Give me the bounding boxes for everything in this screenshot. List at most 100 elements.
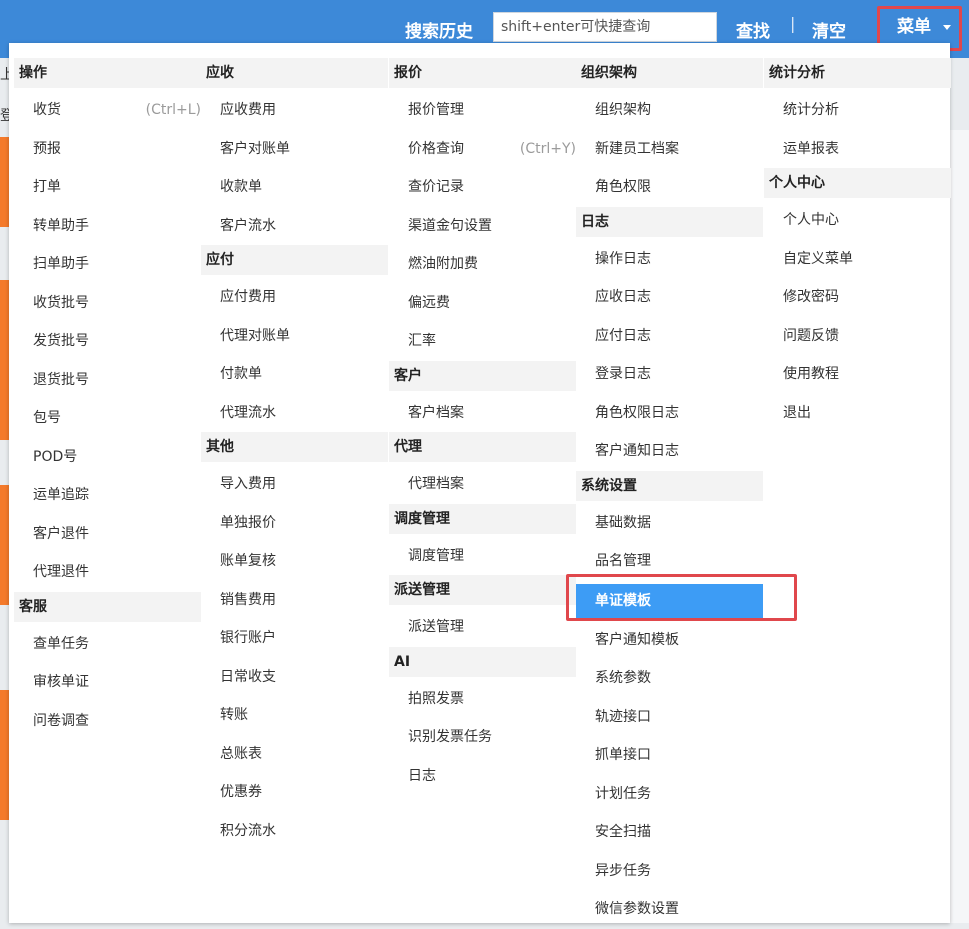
menu-item-customer-statement[interactable]: 客户对账单	[201, 130, 388, 169]
menu-item-receive[interactable]: 收货 (Ctrl+L)	[14, 91, 201, 130]
menu-item-change-password[interactable]: 修改密码	[764, 278, 951, 317]
menu-item-basic-data[interactable]: 基础数据	[576, 504, 763, 543]
menu-item-custom-menu[interactable]: 自定义菜单	[764, 240, 951, 279]
menu-item-transfer-assistant[interactable]: 转单助手	[14, 207, 201, 246]
menu-item-customer-return[interactable]: 客户退件	[14, 515, 201, 554]
menu-item-scan-assistant[interactable]: 扫单助手	[14, 245, 201, 284]
menu-item-ai-log[interactable]: 日志	[389, 757, 576, 796]
menu-item-org-structure[interactable]: 组织架构	[576, 91, 763, 130]
clear-button[interactable]: 清空	[812, 17, 846, 42]
menu-item-separate-quote[interactable]: 单独报价	[201, 504, 388, 543]
menu-group-header: 日志	[576, 206, 763, 237]
menu-item-statistics-analysis[interactable]: 统计分析	[764, 91, 951, 130]
menu-item-survey[interactable]: 问卷调查	[14, 702, 201, 741]
menu-item-review-documents[interactable]: 审核单证	[14, 663, 201, 702]
menu-item-import-fees[interactable]: 导入费用	[201, 465, 388, 504]
menu-item-delivery-management[interactable]: 派送管理	[389, 608, 576, 647]
menu-group-header: 应付	[201, 245, 388, 275]
menu-item-price-query[interactable]: 价格查询 (Ctrl+Y)	[389, 130, 576, 169]
shortcut-hint: (Ctrl+Y)	[519, 140, 576, 157]
menu-group-header: 操作	[14, 58, 201, 88]
menu-item-remote-fee[interactable]: 偏远费	[389, 284, 576, 323]
menu-item-agent-return[interactable]: 代理退件	[14, 553, 201, 592]
shortcut-hint: (Ctrl+L)	[145, 102, 201, 118]
menu-column-statistics: 统计分析 统计分析 运单报表 个人中心 个人中心 自定义菜单 修改密码 问题反馈…	[764, 58, 951, 432]
menu-item-photo-invoice[interactable]: 拍照发票	[389, 680, 576, 719]
menu-item-personal-center[interactable]: 个人中心	[764, 201, 951, 240]
menu-group-header: 调度管理	[389, 503, 576, 534]
menu-item-price-check-records[interactable]: 查价记录	[389, 168, 576, 207]
menu-item-forecast[interactable]: 预报	[14, 130, 201, 169]
menu-item-role-permissions[interactable]: 角色权限	[576, 168, 763, 207]
menu-item-tracking-interface[interactable]: 轨迹接口	[576, 698, 763, 737]
header-separator: |	[790, 14, 796, 33]
menu-column-organization: 组织架构 组织架构 新建员工档案 角色权限 日志 操作日志 应收日志 应付日志 …	[576, 58, 763, 929]
menu-item-scheduled-tasks[interactable]: 计划任务	[576, 775, 763, 814]
menu-item-daily-income-expense[interactable]: 日常收支	[201, 658, 388, 697]
menu-column-finance: 应收 应收费用 客户对账单 收款单 客户流水 应付 应付费用 代理对账单 付款单…	[201, 58, 388, 850]
menu-item-pod-number[interactable]: POD号	[14, 438, 201, 477]
menu-group-header: 客户	[389, 360, 576, 391]
menu-item-exchange-rate[interactable]: 汇率	[389, 322, 576, 361]
menu-group-header: 派送管理	[389, 575, 576, 605]
menu-item-tutorial[interactable]: 使用教程	[764, 355, 951, 394]
menu-item-coupon[interactable]: 优惠券	[201, 773, 388, 812]
menu-item-waybill-tracking[interactable]: 运单追踪	[14, 476, 201, 515]
menu-item-points-ledger[interactable]: 积分流水	[201, 812, 388, 851]
menu-item-query-task[interactable]: 查单任务	[14, 625, 201, 664]
menu-column-operations: 操作 收货 (Ctrl+L) 预报 打单 转单助手 扫单助手 收货批号 发货批号…	[14, 58, 201, 740]
menu-item-feedback[interactable]: 问题反馈	[764, 317, 951, 356]
menu-item-payment[interactable]: 付款单	[201, 355, 388, 394]
menu-item-customer-ledger[interactable]: 客户流水	[201, 207, 388, 246]
menu-item-payable-log[interactable]: 应付日志	[576, 317, 763, 356]
menu-group-header: 应收	[201, 58, 388, 88]
menu-item-receive-batch[interactable]: 收货批号	[14, 284, 201, 323]
menu-item-customer-notice-log[interactable]: 客户通知日志	[576, 432, 763, 471]
menu-item-agent-statement[interactable]: 代理对账单	[201, 317, 388, 356]
menu-item-return-batch[interactable]: 退货批号	[14, 361, 201, 400]
menu-item-role-permission-log[interactable]: 角色权限日志	[576, 394, 763, 433]
menu-group-header: 客服	[14, 591, 201, 622]
menu-item-invoice-recognition-task[interactable]: 识别发票任务	[389, 718, 576, 757]
menu-item-bag-number[interactable]: 包号	[14, 399, 201, 438]
main-menu-dropdown: 操作 收货 (Ctrl+L) 预报 打单 转单助手 扫单助手 收货批号 发货批号…	[9, 43, 951, 923]
menu-item-receivable-fees[interactable]: 应收费用	[201, 91, 388, 130]
menu-item-operation-log[interactable]: 操作日志	[576, 240, 763, 279]
menu-group-header: AI	[389, 646, 576, 677]
menu-item-async-tasks[interactable]: 异步任务	[576, 852, 763, 891]
menu-item-logout[interactable]: 退出	[764, 394, 951, 433]
menu-item-waybill-report[interactable]: 运单报表	[764, 130, 951, 169]
menu-group-header: 个人中心	[764, 168, 951, 198]
menu-item-ship-batch[interactable]: 发货批号	[14, 322, 201, 361]
menu-item-receipt[interactable]: 收款单	[201, 168, 388, 207]
menu-column-quotes: 报价 报价管理 价格查询 (Ctrl+Y) 查价记录 渠道金句设置 燃油附加费 …	[389, 58, 576, 795]
background-content-panel	[950, 130, 969, 923]
menu-item-order-fetch-interface[interactable]: 抓单接口	[576, 736, 763, 775]
menu-item-bank-account[interactable]: 银行账户	[201, 619, 388, 658]
menu-item-receivable-log[interactable]: 应收日志	[576, 278, 763, 317]
menu-item-agent-profile[interactable]: 代理档案	[389, 465, 576, 504]
menu-item-security-scan[interactable]: 安全扫描	[576, 813, 763, 852]
menu-item-sales-fees[interactable]: 销售费用	[201, 581, 388, 620]
menu-item-fuel-surcharge[interactable]: 燃油附加费	[389, 245, 576, 284]
menu-item-channel-slogan-settings[interactable]: 渠道金句设置	[389, 207, 576, 246]
menu-item-customer-notice-template[interactable]: 客户通知模板	[576, 621, 763, 660]
menu-item-customer-profile[interactable]: 客户档案	[389, 394, 576, 433]
menu-item-new-employee[interactable]: 新建员工档案	[576, 130, 763, 169]
menu-item-general-ledger[interactable]: 总账表	[201, 735, 388, 774]
menu-item-quote-management[interactable]: 报价管理	[389, 91, 576, 130]
menu-item-agent-ledger[interactable]: 代理流水	[201, 394, 388, 433]
menu-item-login-log[interactable]: 登录日志	[576, 355, 763, 394]
menu-item-bill-review[interactable]: 账单复核	[201, 542, 388, 581]
menu-item-dispatch-management[interactable]: 调度管理	[389, 537, 576, 576]
search-input[interactable]	[493, 12, 717, 42]
menu-item-system-parameters[interactable]: 系统参数	[576, 659, 763, 698]
find-button[interactable]: 查找	[736, 17, 770, 42]
menu-item-product-name-management[interactable]: 品名管理	[576, 542, 763, 581]
menu-group-header: 代理	[389, 432, 576, 462]
menu-item-payable-fees[interactable]: 应付费用	[201, 278, 388, 317]
menu-item-print-label[interactable]: 打单	[14, 168, 201, 207]
search-history-label[interactable]: 搜索历史	[405, 17, 473, 42]
menu-item-transfer[interactable]: 转账	[201, 696, 388, 735]
menu-item-document-template[interactable]: 单证模板	[576, 583, 763, 618]
